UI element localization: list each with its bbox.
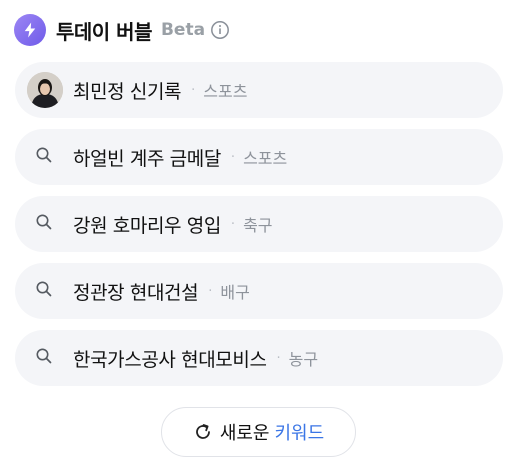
separator-dot: · [230,149,236,165]
new-keywords-label-keyword: 키워드 [274,423,325,444]
info-icon[interactable] [210,20,230,40]
lightning-bolt-icon [14,14,46,46]
search-icon [35,146,53,168]
keyword-category: 스포츠 [203,82,248,101]
keyword-category: 배구 [220,283,250,302]
keyword-item[interactable]: 하얼빈 계주 금메달 · 스포츠 [15,129,503,185]
search-icon [35,347,53,369]
keyword-item[interactable]: 강원 호마리우 영입 · 축구 [15,196,503,252]
keyword-item[interactable]: 최민정 신기록 · 스포츠 [15,62,503,118]
keyword-text: 강원 호마리우 영입 [73,214,221,237]
separator-dot: · [230,216,236,232]
search-icon [35,280,53,302]
beta-badge: Beta [160,20,206,40]
refresh-icon [193,422,213,442]
keyword-text: 최민정 신기록 [73,80,182,103]
keyword-list: 최민정 신기록 · 스포츠 하얼빈 계주 금메달 · 스포츠 강원 호마리우 영… [15,62,503,397]
keyword-category: 농구 [288,350,319,369]
keyword-item[interactable]: 정관장 현대건설 · 배구 [15,263,503,319]
new-keywords-button[interactable]: 새로운 키워드 [161,407,356,457]
separator-dot: · [276,350,281,366]
search-icon [35,213,53,235]
keyword-category: 축구 [243,216,273,235]
keyword-text: 하얼빈 계주 금메달 [73,147,221,170]
new-keywords-label-new: 새로운 [219,423,270,444]
keyword-category: 스포츠 [243,149,288,168]
keyword-text: 한국가스공사 현대모비스 [73,348,267,371]
keyword-text: 정관장 현대건설 [73,281,199,304]
separator-dot: · [191,82,196,98]
keyword-item[interactable]: 한국가스공사 현대모비스 · 농구 [15,330,503,386]
header-title: 투데이 버블 [56,19,152,44]
separator-dot: · [208,283,213,299]
avatar [27,72,63,108]
today-bubble-header: 투데이 버블 Beta [14,14,230,46]
